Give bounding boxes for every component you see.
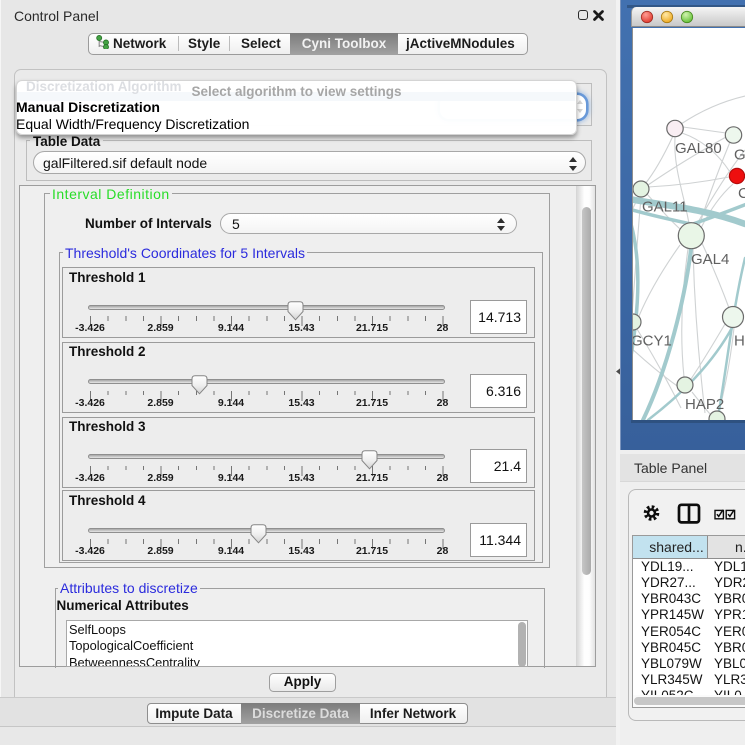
svg-text:H: H bbox=[734, 333, 745, 350]
svg-text:GAL4: GAL4 bbox=[691, 251, 729, 268]
svg-text:HAP2: HAP2 bbox=[685, 396, 724, 413]
svg-text:GAL80: GAL80 bbox=[675, 140, 722, 157]
svg-text:G.: G. bbox=[734, 147, 745, 164]
svg-text:C: C bbox=[738, 185, 745, 202]
svg-text:GAL11: GAL11 bbox=[642, 199, 688, 216]
svg-text:GCY1: GCY1 bbox=[633, 333, 672, 350]
